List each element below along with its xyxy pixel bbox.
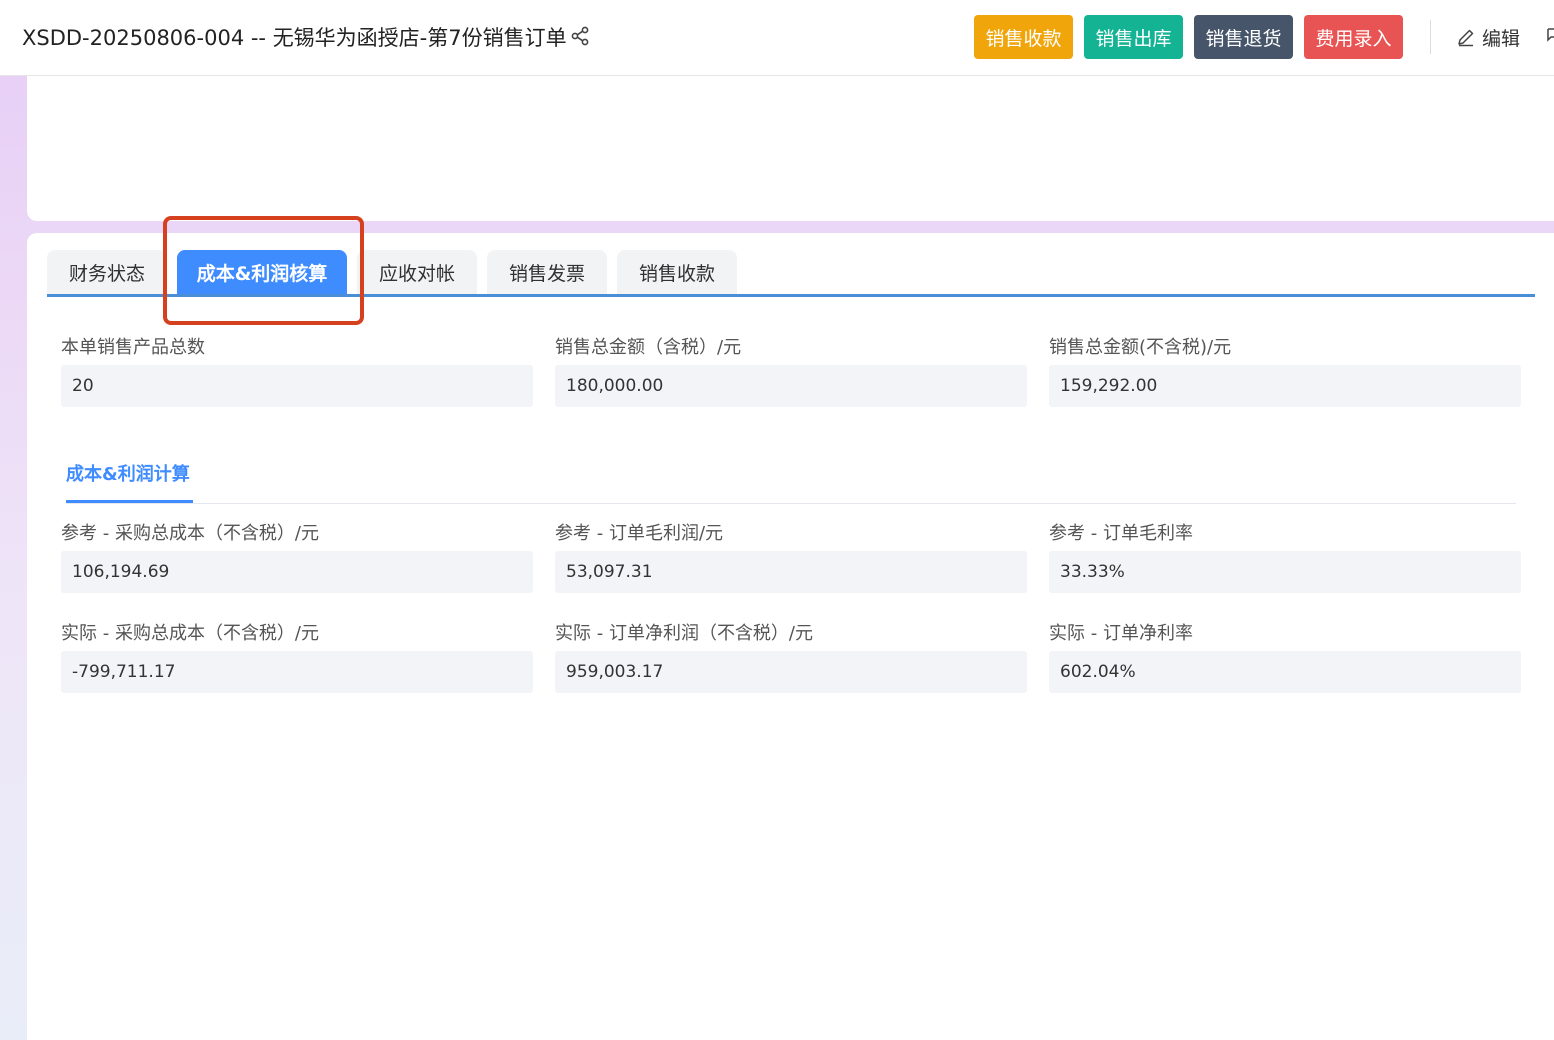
annotation-highlight-box [163, 216, 364, 325]
total-amount-with-tax-field: 180,000.00 [555, 365, 1027, 407]
ref-gross-profit-label: 参考 - 订单毛利润/元 [555, 523, 724, 544]
sales-return-button[interactable]: 销售退货 [1194, 15, 1293, 59]
tab-receivable-reconciliation[interactable]: 应收对帐 [357, 250, 477, 294]
page-header: XSDD-20250806-004 -- 无锡华为函授店-第7份销售订单 销售收… [0, 0, 1554, 76]
actual-net-profit-label: 实际 - 订单净利润（不含税）/元 [555, 623, 814, 644]
total-amount-without-tax-field: 159,292.00 [1049, 365, 1521, 407]
ref-gross-margin-label: 参考 - 订单毛利率 [1049, 523, 1193, 544]
total-products-label: 本单销售产品总数 [61, 337, 205, 358]
tab-finance-status[interactable]: 财务状态 [47, 250, 167, 294]
sales-receipt-button[interactable]: 销售收款 [974, 15, 1073, 59]
tab-sales-invoice[interactable]: 销售发票 [487, 250, 607, 294]
expense-entry-button[interactable]: 费用录入 [1304, 15, 1403, 59]
ref-purchase-cost-label: 参考 - 采购总成本（不含税）/元 [61, 523, 320, 544]
ref-purchase-cost-field: 106,194.69 [61, 551, 533, 593]
section-title-underline [66, 500, 193, 503]
edit-button[interactable]: 编辑 [1456, 24, 1520, 50]
actual-net-profit-field: 959,003.17 [555, 651, 1027, 693]
section-divider [66, 503, 1516, 504]
share-icon[interactable] [570, 26, 590, 46]
total-products-field: 20 [61, 365, 533, 407]
total-amount-without-tax-label: 销售总金额(不含税)/元 [1049, 337, 1232, 358]
sales-outbound-button[interactable]: 销售出库 [1084, 15, 1183, 59]
comment-icon[interactable] [1546, 28, 1554, 46]
actual-net-margin-label: 实际 - 订单净利率 [1049, 623, 1193, 644]
actual-purchase-cost-label: 实际 - 采购总成本（不含税）/元 [61, 623, 320, 644]
total-amount-with-tax-label: 销售总金额（含税）/元 [555, 337, 742, 358]
ref-gross-margin-field: 33.33% [1049, 551, 1521, 593]
section-title: 成本&利润计算 [66, 464, 190, 485]
tab-sales-receipt[interactable]: 销售收款 [617, 250, 737, 294]
edit-label: 编辑 [1482, 27, 1521, 50]
upper-card [27, 76, 1554, 221]
order-title: XSDD-20250806-004 -- 无锡华为函授店-第7份销售订单 [22, 26, 567, 50]
ref-gross-profit-field: 53,097.31 [555, 551, 1027, 593]
header-divider [1430, 20, 1431, 54]
edit-icon [1458, 29, 1474, 47]
actual-purchase-cost-field: -799,711.17 [61, 651, 533, 693]
actual-net-margin-field: 602.04% [1049, 651, 1521, 693]
